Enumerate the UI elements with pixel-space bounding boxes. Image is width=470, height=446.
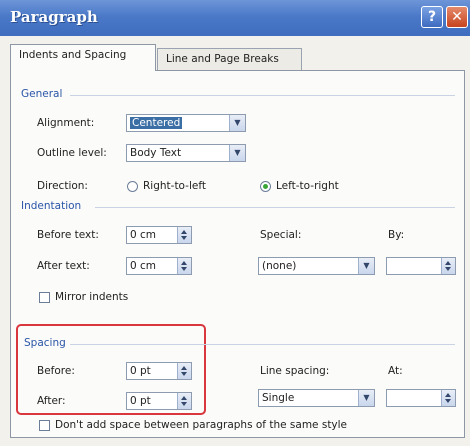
tab-indents-and-spacing[interactable]: Indents and Spacing — [10, 44, 156, 71]
line-spacing-value: Single — [262, 392, 295, 404]
title-bar: Paragraph ? ✕ — [0, 0, 470, 36]
after-text-spinner[interactable]: 0 cm — [126, 257, 192, 275]
help-button[interactable]: ? — [421, 6, 443, 28]
spinner-arrows-icon[interactable] — [177, 258, 191, 274]
direction-label: Direction: — [37, 180, 88, 192]
spacing-after-label: After: — [37, 395, 66, 407]
alignment-value: Centered — [130, 117, 183, 129]
at-spinner[interactable] — [386, 389, 456, 407]
spacing-after-value: 0 pt — [130, 395, 151, 407]
spinner-arrows-icon[interactable] — [177, 363, 191, 379]
before-text-value: 0 cm — [130, 229, 157, 241]
close-button[interactable]: ✕ — [446, 6, 468, 28]
help-icon: ? — [427, 9, 437, 25]
by-spinner[interactable] — [386, 257, 456, 275]
spacing-section-title: Spacing — [24, 337, 66, 349]
general-divider — [70, 95, 455, 96]
rtl-label[interactable]: Right-to-left — [143, 180, 206, 192]
outline-level-value: Body Text — [130, 147, 182, 159]
tab-line-and-page-breaks[interactable]: Line and Page Breaks — [157, 48, 302, 70]
after-text-value: 0 cm — [130, 260, 157, 272]
close-icon: ✕ — [451, 9, 463, 25]
ltr-radio[interactable] — [260, 181, 271, 192]
line-spacing-label: Line spacing: — [260, 365, 330, 377]
spinner-arrows-icon[interactable] — [177, 393, 191, 409]
at-label: At: — [388, 365, 403, 377]
chevron-down-icon[interactable]: ▼ — [229, 145, 245, 161]
outline-level-label: Outline level: — [37, 147, 107, 159]
dont-add-space-label[interactable]: Don't add space between paragraphs of th… — [55, 419, 347, 431]
spinner-arrows-icon[interactable] — [441, 258, 455, 274]
special-value: (none) — [262, 260, 297, 272]
spinner-arrows-icon[interactable] — [177, 227, 191, 243]
before-text-label: Before text: — [37, 229, 99, 241]
dont-add-space-checkbox[interactable] — [39, 420, 50, 431]
spacing-divider — [70, 344, 455, 345]
before-text-spinner[interactable]: 0 cm — [126, 226, 192, 244]
outline-level-select[interactable]: Body Text ▼ — [126, 144, 246, 162]
indentation-section-title: Indentation — [21, 200, 82, 212]
by-label: By: — [388, 229, 405, 241]
window-title: Paragraph — [10, 8, 98, 26]
general-section-title: General — [21, 88, 63, 100]
special-select[interactable]: (none) ▼ — [258, 257, 375, 275]
chevron-down-icon[interactable]: ▼ — [358, 390, 374, 406]
spinner-arrows-icon[interactable] — [441, 390, 455, 406]
spacing-before-value: 0 pt — [130, 365, 151, 377]
special-label: Special: — [260, 229, 302, 241]
line-spacing-select[interactable]: Single ▼ — [258, 389, 375, 407]
chevron-down-icon[interactable]: ▼ — [229, 115, 245, 131]
mirror-indents-checkbox[interactable] — [39, 292, 50, 303]
alignment-select[interactable]: Centered ▼ — [126, 114, 246, 132]
mirror-indents-label[interactable]: Mirror indents — [55, 291, 128, 303]
indentation-divider — [95, 207, 455, 208]
spacing-before-label: Before: — [37, 365, 75, 377]
spacing-before-spinner[interactable]: 0 pt — [126, 362, 192, 380]
after-text-label: After text: — [37, 260, 90, 272]
chevron-down-icon[interactable]: ▼ — [358, 258, 374, 274]
rtl-radio[interactable] — [127, 181, 138, 192]
ltr-label[interactable]: Left-to-right — [276, 180, 339, 192]
alignment-label: Alignment: — [37, 117, 95, 129]
spacing-after-spinner[interactable]: 0 pt — [126, 392, 192, 410]
